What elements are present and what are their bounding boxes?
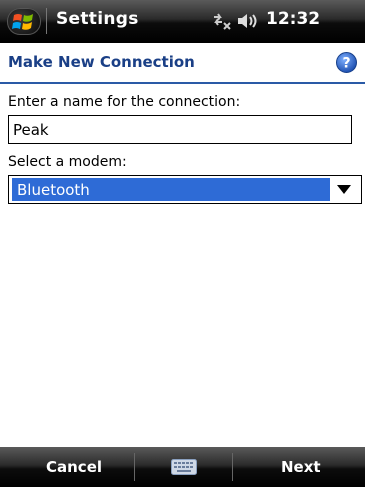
page-header: Make New Connection ? xyxy=(0,43,365,84)
cancel-softkey[interactable]: Cancel xyxy=(46,458,102,476)
menu-divider xyxy=(134,453,135,481)
start-button[interactable] xyxy=(7,8,41,35)
clock[interactable]: 12:32 xyxy=(266,9,320,29)
modem-selected-value: Bluetooth xyxy=(17,181,90,199)
connectivity-icon[interactable] xyxy=(210,11,234,31)
volume-icon[interactable] xyxy=(236,11,262,31)
menu-divider xyxy=(232,453,233,481)
keyboard-icon[interactable] xyxy=(171,459,197,475)
modem-label: Select a modem: xyxy=(8,154,127,170)
help-icon[interactable]: ? xyxy=(336,52,357,73)
next-softkey[interactable]: Next xyxy=(281,458,321,476)
title-bar: Settings 12:32 xyxy=(0,0,365,43)
connection-name-value: Peak xyxy=(13,121,49,139)
app-title: Settings xyxy=(56,9,139,29)
connection-name-input[interactable]: Peak xyxy=(8,115,352,144)
screen: Settings 12:32 Make New Connection ? Ent… xyxy=(0,0,365,487)
menu-bar: Cancel Next xyxy=(0,447,365,487)
svg-text:?: ? xyxy=(342,56,350,72)
modem-selection-highlight: Bluetooth xyxy=(12,178,330,201)
page-title: Make New Connection xyxy=(8,53,195,71)
windows-start-icon xyxy=(12,14,33,30)
connection-name-label: Enter a name for the connection: xyxy=(8,94,241,110)
title-divider xyxy=(46,8,47,34)
chevron-down-icon[interactable] xyxy=(337,185,351,194)
modem-select[interactable]: Bluetooth xyxy=(8,175,362,204)
